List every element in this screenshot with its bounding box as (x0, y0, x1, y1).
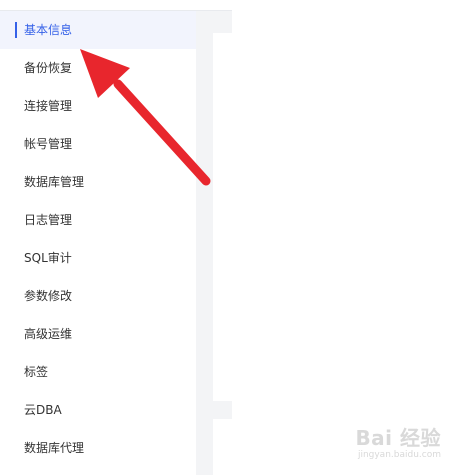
sidebar-item-label: 高级运维 (24, 327, 73, 341)
sidebar-item-label: 数据库管理 (24, 175, 85, 189)
content-card (213, 33, 232, 401)
sidebar-item-advanced-ops[interactable]: 高级运维 (0, 315, 196, 353)
sidebar-item-basic-info[interactable]: 基本信息 (0, 11, 196, 49)
sidebar-item-tags[interactable]: 标签 (0, 353, 196, 391)
sidebar-item-label: SQL审计 (24, 251, 72, 265)
sidebar-item-label: 数据库代理 (24, 441, 85, 455)
active-indicator (15, 22, 17, 38)
sidebar-item-label: 参数修改 (24, 289, 73, 303)
console-page: 基本信息 备份恢复 连接管理 帐号管理 数据库管理 日志管理 SQL审计 参数修… (0, 0, 455, 475)
sidebar-item-database-management[interactable]: 数据库管理 (0, 163, 196, 201)
sidebar-item-database-proxy[interactable]: 数据库代理 (0, 429, 196, 467)
sidebar-item-label: 标签 (24, 365, 49, 379)
sidebar-item-cloud-dba[interactable]: 云DBA (0, 391, 196, 429)
sidebar-item-label: 备份恢复 (24, 61, 73, 75)
watermark-logo-text: Bai 经验 (355, 426, 441, 450)
sidebar-menu: 基本信息 备份恢复 连接管理 帐号管理 数据库管理 日志管理 SQL审计 参数修… (0, 11, 196, 475)
watermark: Bai 经验 jingyan.baidu.com (321, 427, 441, 467)
sidebar-item-sql-audit[interactable]: SQL审计 (0, 239, 196, 277)
sidebar-item-label: 日志管理 (24, 213, 73, 227)
sidebar-item-connection-management[interactable]: 连接管理 (0, 87, 196, 125)
sidebar-item-parameter-modification[interactable]: 参数修改 (0, 277, 196, 315)
sidebar-item-label: 连接管理 (24, 99, 73, 113)
sidebar-item-label: 帐号管理 (24, 137, 73, 151)
sidebar-item-label: 基本信息 (24, 23, 73, 37)
sidebar-item-log-management[interactable]: 日志管理 (0, 201, 196, 239)
content-card-lower (213, 419, 232, 475)
sidebar-item-backup-restore[interactable]: 备份恢复 (0, 49, 196, 87)
watermark-url: jingyan.baidu.com (357, 450, 441, 460)
sidebar-item-label: 云DBA (24, 403, 62, 417)
sidebar-item-account-management[interactable]: 帐号管理 (0, 125, 196, 163)
